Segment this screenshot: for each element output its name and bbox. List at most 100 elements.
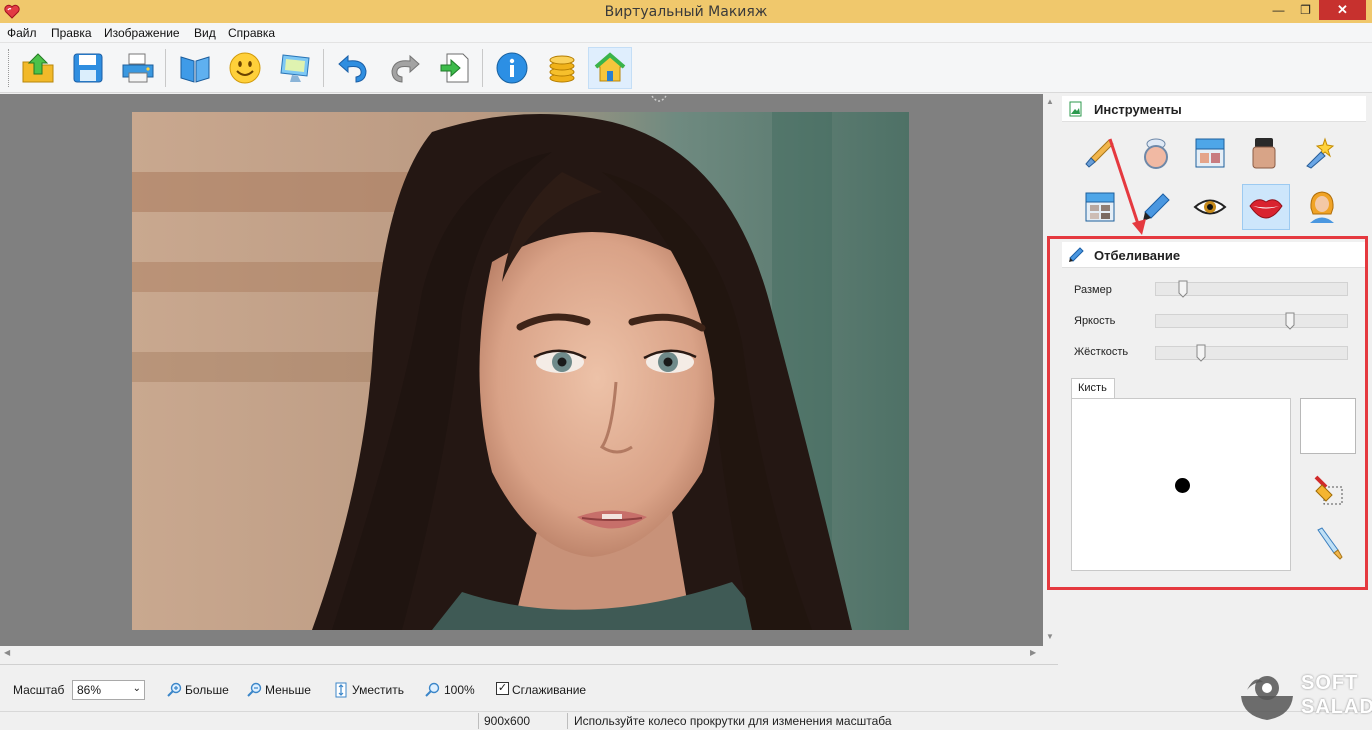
zoom-value: 86% — [77, 683, 102, 697]
smiley-button[interactable] — [223, 47, 267, 89]
size-slider-thumb[interactable] — [1178, 280, 1188, 298]
info-icon — [496, 52, 528, 84]
watermark-soft: SOFT — [1301, 672, 1359, 694]
zoom-out-icon[interactable] — [246, 682, 262, 698]
menu-bar: Файл Правка Изображение Вид Справка — [0, 23, 1372, 43]
whitening-panel-title: Отбеливание — [1094, 248, 1181, 263]
tool-eye[interactable] — [1186, 184, 1234, 230]
hardness-label: Жёсткость — [1074, 346, 1129, 358]
toolbar-separator — [323, 49, 324, 87]
book-button[interactable] — [173, 47, 217, 89]
tool-sparkle[interactable] — [1296, 130, 1344, 176]
redo-button[interactable] — [382, 47, 426, 89]
picker-button[interactable] — [1311, 525, 1345, 561]
tool-palette[interactable] — [1186, 130, 1234, 176]
export-icon — [440, 53, 469, 83]
tab-brush[interactable]: Кисть — [1071, 378, 1115, 399]
home-icon — [594, 52, 626, 82]
size-slider[interactable] — [1155, 280, 1348, 298]
tools-picture-icon — [1069, 101, 1082, 117]
print-button[interactable] — [116, 47, 160, 89]
menu-file[interactable]: Файл — [7, 26, 37, 40]
scroll-corner — [1043, 646, 1058, 663]
brightness-slider[interactable] — [1155, 312, 1348, 330]
monitor-icon — [280, 54, 310, 82]
image-canvas[interactable] — [0, 94, 1043, 646]
maximize-button[interactable]: ❐ — [1292, 0, 1319, 20]
horizontal-scrollbar[interactable]: ◀ ▶ — [0, 646, 1043, 663]
image-size: 900x600 — [484, 714, 531, 728]
home-button[interactable] — [588, 47, 632, 89]
zoom-select[interactable]: 86% ⌄ — [72, 680, 145, 700]
scroll-down-icon[interactable]: ▼ — [1046, 632, 1054, 641]
undo-icon — [338, 54, 367, 83]
watermark-salad: SALAD — [1301, 696, 1372, 718]
minimize-button[interactable]: — — [1265, 0, 1292, 20]
eyeliner-pencil-icon — [1069, 247, 1084, 262]
window-title: Виртуальный Макияж — [604, 4, 768, 20]
tools-panel-title: Инструменты — [1094, 102, 1182, 117]
zoom-label: Масштаб — [13, 683, 65, 697]
status-separator — [567, 713, 568, 729]
toolbar-grip[interactable] — [8, 49, 11, 87]
eye-icon — [1193, 199, 1227, 215]
color-swatch[interactable] — [1300, 398, 1356, 454]
coins-button[interactable] — [540, 47, 584, 89]
softsalad-watermark: SOFT SALAD — [1237, 668, 1372, 724]
toolbar-separator — [165, 49, 166, 87]
smoothing-label: Сглаживание — [512, 683, 587, 697]
red-arrow-icon — [1108, 138, 1146, 235]
chevron-down-icon: ⌄ — [132, 683, 141, 694]
vertical-scrollbar[interactable]: ▲ ▼ — [1043, 94, 1058, 646]
fit-button[interactable]: Уместить — [352, 683, 404, 697]
eraser-button[interactable] — [1311, 472, 1345, 508]
coins-icon — [549, 55, 575, 83]
zoom-in-button[interactable]: Больше — [185, 683, 229, 697]
menu-image[interactable]: Изображение — [104, 26, 180, 40]
zoom-in-icon[interactable] — [166, 682, 182, 698]
status-separator — [478, 713, 479, 729]
hardness-slider-thumb[interactable] — [1196, 344, 1206, 362]
portrait-photo[interactable] — [132, 112, 909, 630]
scroll-up-icon[interactable]: ▲ — [1046, 97, 1054, 106]
collapse-handle-icon[interactable] — [650, 94, 668, 104]
zoom-out-button[interactable]: Меньше — [265, 683, 311, 697]
save-icon — [73, 53, 103, 83]
tool-foundation[interactable] — [1240, 130, 1288, 176]
smoothing-checkbox[interactable]: ✓ — [496, 682, 509, 695]
fit-icon[interactable] — [333, 682, 349, 698]
actual-size-icon[interactable] — [424, 682, 440, 698]
size-label: Размер — [1074, 284, 1112, 296]
brightness-label: Яркость — [1074, 315, 1116, 327]
open-button[interactable] — [16, 47, 60, 89]
status-hint: Используйте колесо прокрутки для изменен… — [574, 714, 892, 728]
monitor-button[interactable] — [273, 47, 317, 89]
hair-person-icon — [1310, 191, 1334, 223]
palette-box-icon — [1195, 138, 1225, 168]
brush-dot — [1175, 478, 1190, 493]
open-icon — [22, 53, 54, 83]
undo-button[interactable] — [332, 47, 376, 89]
hardness-slider[interactable] — [1155, 344, 1348, 362]
save-button[interactable] — [66, 47, 110, 89]
zoom-bar: Масштаб 86% ⌄ Больше Меньше Уместить 100… — [0, 664, 1058, 711]
menu-edit[interactable]: Правка — [51, 26, 92, 40]
tool-hair[interactable] — [1298, 184, 1346, 230]
menu-view[interactable]: Вид — [194, 26, 216, 40]
scroll-right-icon[interactable]: ▶ — [1030, 648, 1036, 657]
toolbar-separator — [482, 49, 483, 87]
scroll-left-icon[interactable]: ◀ — [4, 648, 10, 657]
status-bar: 900x600 Используйте колесо прокрутки для… — [0, 711, 1372, 730]
whitening-panel-header: Отбеливание — [1062, 242, 1366, 268]
menu-help[interactable]: Справка — [228, 26, 275, 40]
tool-lips[interactable] — [1242, 184, 1290, 230]
info-button[interactable] — [490, 47, 534, 89]
softsalad-logo-icon — [1241, 676, 1293, 720]
export-button[interactable] — [432, 47, 476, 89]
title-bar: Виртуальный Макияж — ❐ ✕ — [0, 0, 1372, 23]
smiley-icon — [229, 52, 261, 84]
foundation-jar-icon — [1252, 138, 1276, 169]
actual-size-button[interactable]: 100% — [444, 683, 475, 697]
brightness-slider-thumb[interactable] — [1285, 312, 1295, 330]
close-button[interactable]: ✕ — [1319, 0, 1366, 20]
